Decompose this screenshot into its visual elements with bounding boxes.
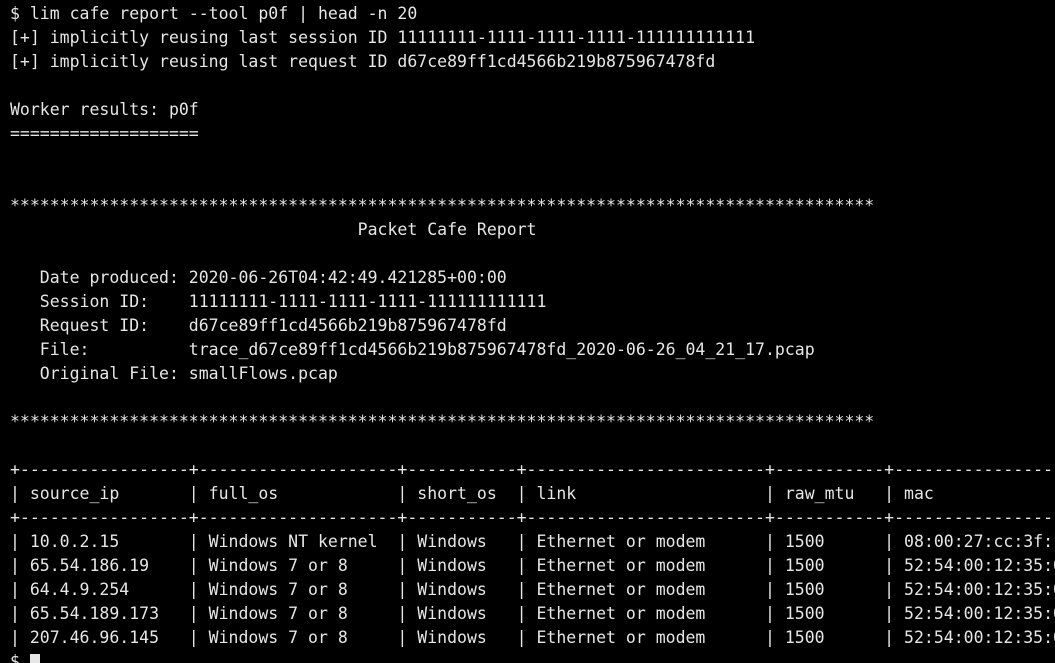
cursor-block (29, 654, 40, 663)
asterisk-divider: ****************************************… (10, 412, 875, 431)
original-file-line: Original File: smallFlows.pcap (10, 364, 338, 383)
table-header-row: | source_ip | full_os | short_os | link … (10, 484, 1055, 503)
heading-underline: =================== (10, 124, 199, 143)
table-row: | 64.4.9.254 | Windows 7 or 8 | Windows … (10, 580, 1055, 599)
file-line: File: trace_d67ce89ff1cd4566b219b8759674… (10, 340, 815, 359)
session-info-line: [+] implicitly reusing last session ID 1… (10, 28, 756, 47)
terminal-window[interactable]: $ lim cafe report --tool p0f | head -n 2… (0, 0, 1055, 663)
date-produced-line: Date produced: 2020-06-26T04:42:49.42128… (10, 268, 507, 287)
worker-results-heading: Worker results: p0f (10, 100, 199, 119)
table-border: +-----------------+--------------------+… (10, 508, 1055, 527)
report-title: Packet Cafe Report (10, 220, 537, 239)
session-id-line: Session ID: 11111111-1111-1111-1111-1111… (10, 292, 547, 311)
table-row: | 207.46.96.145 | Windows 7 or 8 | Windo… (10, 628, 1055, 647)
prompt-line[interactable]: $ (10, 650, 1055, 663)
request-id-line: Request ID: d67ce89ff1cd4566b219b8759674… (10, 316, 507, 335)
asterisk-divider: ****************************************… (10, 196, 875, 215)
table-row: | 65.54.189.173 | Windows 7 or 8 | Windo… (10, 604, 1055, 623)
command-line: $ lim cafe report --tool p0f | head -n 2… (10, 4, 418, 23)
table-row: | 65.54.186.19 | Windows 7 or 8 | Window… (10, 556, 1055, 575)
table-row: | 10.0.2.15 | Windows NT kernel | Window… (10, 532, 1055, 551)
prompt-symbol: $ (10, 652, 20, 663)
table-border: +-----------------+--------------------+… (10, 460, 1055, 479)
request-info-line: [+] implicitly reusing last request ID d… (10, 52, 716, 71)
